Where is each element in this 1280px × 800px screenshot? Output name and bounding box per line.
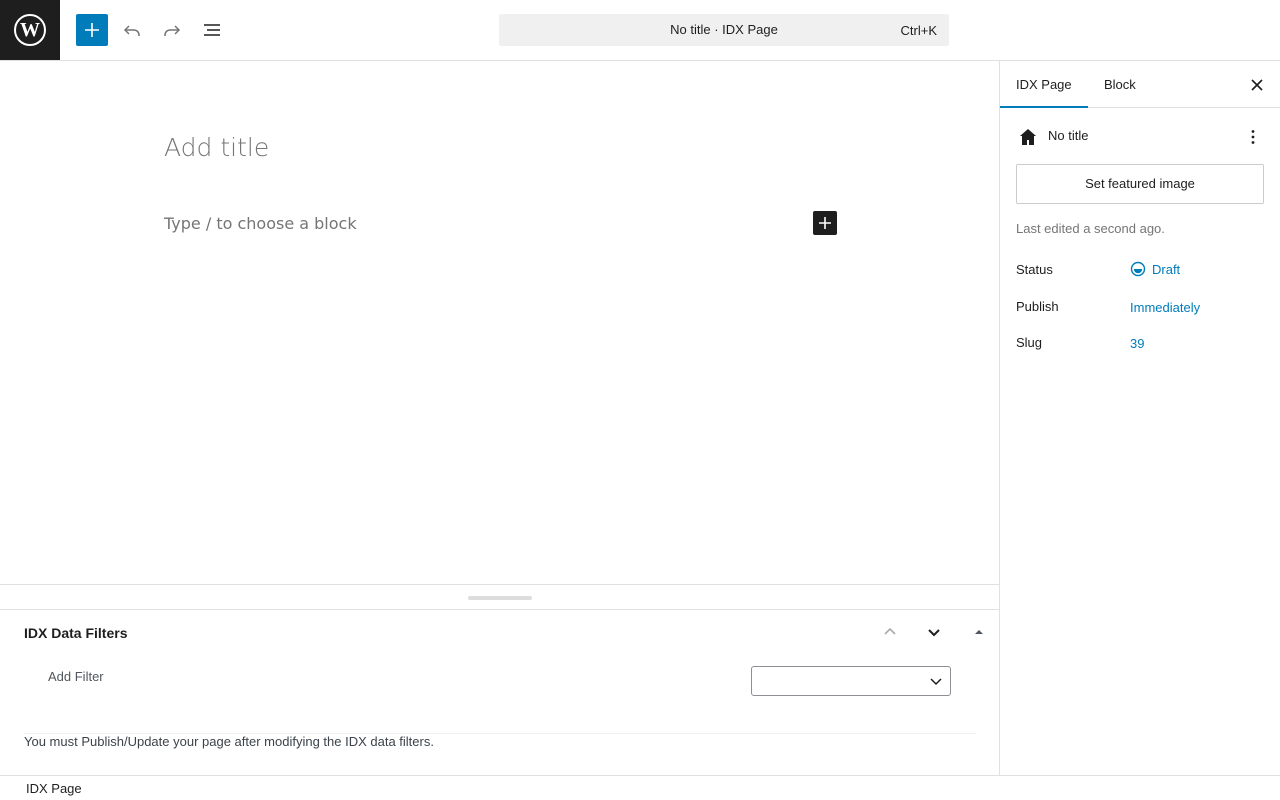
publish-value: Immediately — [1130, 300, 1201, 315]
publish-label: Publish — [1016, 299, 1059, 314]
more-vertical-icon — [1251, 130, 1255, 144]
redo-button[interactable] — [156, 14, 188, 46]
document-title: No title · IDX Page — [670, 22, 778, 37]
post-actions-button[interactable] — [1241, 125, 1265, 149]
slug-toggle[interactable]: 39 — [1130, 336, 1144, 351]
publish-date-toggle[interactable]: Immediately — [1130, 300, 1200, 315]
plus-icon — [85, 23, 99, 37]
idx-data-filters-metabox: IDX Data Filters Add Filter You must Pub… — [0, 610, 999, 776]
post-title-label: No title — [1048, 128, 1089, 143]
editor-header: W No title · IDX Page Ctrl+K — [0, 0, 1280, 61]
footer-breadcrumb[interactable]: IDX Page — [26, 781, 82, 796]
status-toggle[interactable]: Draft — [1130, 261, 1180, 277]
wordpress-logo-icon: W — [14, 14, 46, 46]
add-filter-label: Add Filter — [48, 669, 104, 684]
slug-label: Slug — [1016, 335, 1043, 350]
metabox-title: IDX Data Filters — [24, 625, 128, 641]
move-down-button[interactable] — [922, 620, 946, 644]
command-palette-button[interactable]: No title · IDX Page Ctrl+K — [499, 14, 949, 46]
set-featured-image-button[interactable]: Set featured image — [1016, 164, 1264, 204]
default-block-appender[interactable]: Type / to choose a block — [164, 214, 357, 233]
block-inserter-button[interactable] — [76, 14, 108, 46]
editor-footer: IDX Page — [0, 775, 1280, 800]
wordpress-logo-button[interactable]: W — [0, 0, 60, 60]
move-up-button[interactable] — [878, 620, 902, 644]
editor-canvas: Add title Type / to choose a block — [0, 61, 999, 585]
metabox-note: You must Publish/Update your page after … — [24, 734, 434, 749]
chevron-down-icon — [930, 678, 942, 686]
post-card: No title — [1016, 125, 1265, 149]
metabox-resize-bar — [0, 584, 999, 610]
chevron-up-icon — [884, 627, 896, 635]
close-icon — [1251, 79, 1263, 91]
redo-icon — [164, 25, 181, 36]
settings-sidebar: IDX Page Block No title Set featured ima… — [999, 61, 1280, 776]
wordpress-logo-letter: W — [20, 18, 40, 41]
command-shortcut: Ctrl+K — [900, 23, 937, 38]
add-filter-select[interactable] — [751, 666, 951, 696]
sidebar-tabs: IDX Page Block — [1000, 61, 1280, 108]
add-block-button[interactable] — [813, 211, 837, 235]
triangle-up-icon — [975, 630, 983, 634]
chevron-down-icon — [928, 629, 940, 637]
undo-button[interactable] — [116, 14, 148, 46]
document-overview-icon — [204, 24, 220, 36]
status-value: Draft — [1152, 261, 1181, 277]
tab-block[interactable]: Block — [1088, 61, 1152, 108]
toggle-panel-button[interactable] — [967, 620, 991, 644]
close-sidebar-button[interactable] — [1245, 73, 1269, 97]
tab-idx-page[interactable]: IDX Page — [1000, 61, 1088, 108]
post-title-input[interactable]: Add title — [164, 133, 269, 162]
resize-handle[interactable] — [468, 596, 532, 600]
undo-icon — [123, 25, 140, 36]
slug-value: 39 — [1130, 336, 1145, 351]
plus-icon — [819, 217, 831, 229]
status-label: Status — [1016, 262, 1053, 277]
document-overview-button[interactable] — [196, 14, 228, 46]
draft-status-icon — [1130, 261, 1146, 277]
last-edited-text: Last edited a second ago. — [1016, 221, 1165, 236]
home-icon — [1020, 129, 1036, 145]
